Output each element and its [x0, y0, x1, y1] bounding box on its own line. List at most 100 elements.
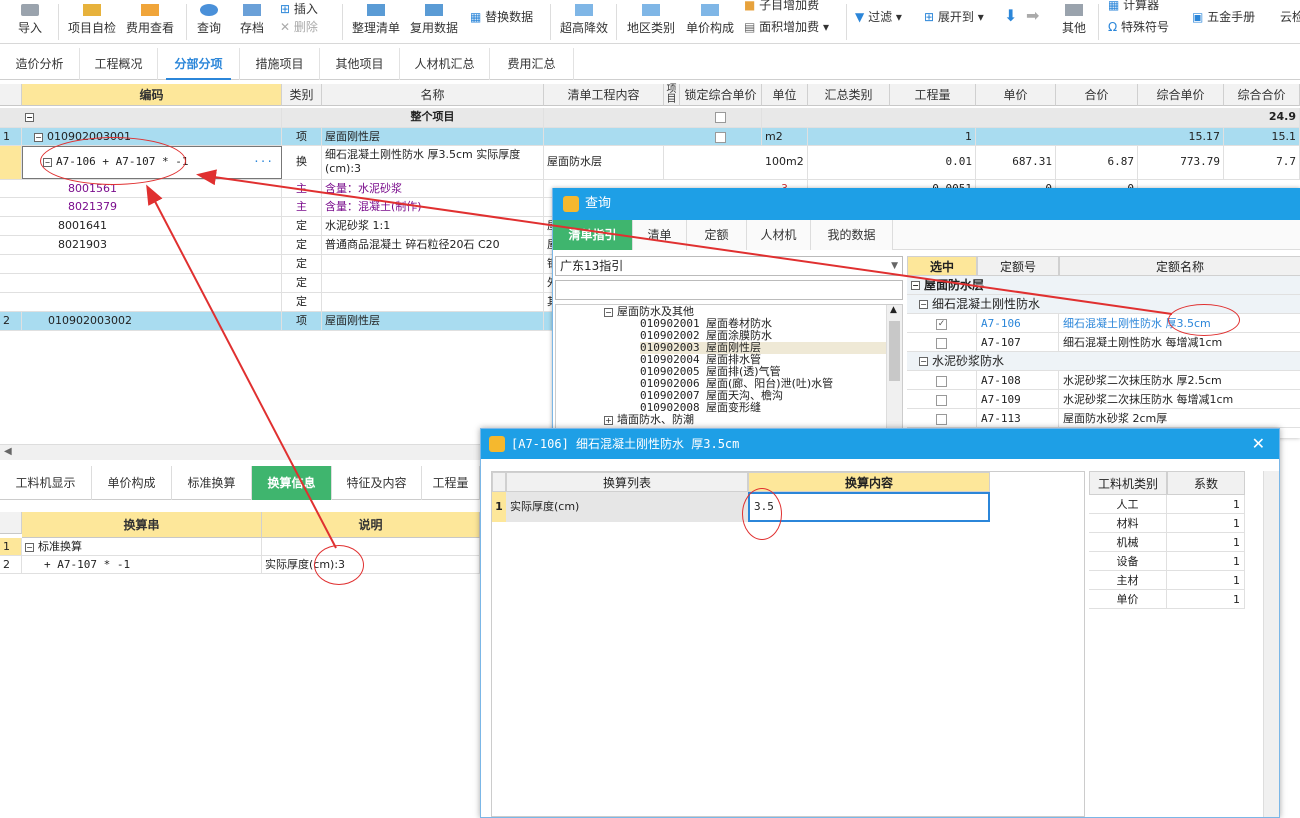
- horizontal-scrollbar[interactable]: ◀: [0, 444, 560, 460]
- tab-labor-material-display[interactable]: 工料机显示: [0, 466, 92, 500]
- col-header-quota-name[interactable]: 定额名称: [1059, 256, 1300, 276]
- tab-list[interactable]: 清单: [633, 220, 687, 250]
- tab-project-overview[interactable]: 工程概况: [80, 48, 158, 80]
- other-button[interactable]: 其他: [1062, 4, 1086, 40]
- table-row[interactable]: 1 −010902003001 项 屋面刚性层 m2 1 15.17 15.1: [0, 128, 1300, 146]
- tab-list-guide[interactable]: 清单指引: [553, 220, 633, 250]
- query-button[interactable]: 查询: [197, 4, 221, 40]
- item-checkbox[interactable]: [907, 371, 977, 390]
- col-header-conv-string[interactable]: 换算串: [22, 512, 262, 538]
- col-header-qty[interactable]: 工程量: [890, 84, 976, 106]
- item-code[interactable]: A7-106: [977, 314, 1059, 333]
- tree-scrollbar[interactable]: ▲: [886, 305, 902, 437]
- coef-value[interactable]: 1: [1167, 533, 1245, 552]
- fee-view-button[interactable]: 费用查看: [126, 4, 174, 40]
- tab-fee-summary[interactable]: 费用汇总: [490, 48, 574, 80]
- expand-to-button[interactable]: ⊞ 展开到 ▾: [924, 8, 984, 44]
- col-header-category[interactable]: 工料机类别: [1089, 471, 1167, 495]
- col-header-name[interactable]: 名称: [322, 84, 544, 106]
- tab-features[interactable]: 特征及内容: [332, 466, 422, 500]
- conv-value-input[interactable]: 3.5: [748, 492, 990, 522]
- item-code[interactable]: A7-107: [977, 333, 1059, 352]
- area-category-button[interactable]: 地区类别: [627, 4, 675, 40]
- sub-add-fee-button[interactable]: ■ 子目增加费: [744, 0, 819, 14]
- group-header[interactable]: − 细石混凝土刚性防水: [907, 295, 1300, 314]
- filter-button[interactable]: ▼ 过滤 ▾: [855, 8, 902, 44]
- tab-labor-material[interactable]: 人材机: [747, 220, 811, 250]
- tab-standard-conversion[interactable]: 标准换算: [172, 466, 252, 500]
- scroll-up-icon[interactable]: ▲: [890, 305, 897, 315]
- import-button[interactable]: 导入: [18, 4, 42, 40]
- coef-value[interactable]: 1: [1167, 590, 1245, 609]
- hardware-manual-button[interactable]: ▣ 五金手册: [1192, 8, 1255, 44]
- tab-quantity[interactable]: 工程量: [422, 466, 480, 500]
- col-header-selected[interactable]: 选中: [907, 256, 977, 276]
- col-header-item[interactable]: 项目: [664, 84, 680, 106]
- more-icon[interactable]: ···: [253, 147, 273, 177]
- item-name[interactable]: 水泥砂浆二次抹压防水 厚2.5cm: [1059, 371, 1300, 390]
- coef-value[interactable]: 1: [1167, 552, 1245, 571]
- col-header-code[interactable]: 编码: [22, 84, 282, 106]
- item-name[interactable]: 屋面防水砂浆 2cm厚: [1059, 409, 1300, 428]
- col-header-unit[interactable]: 单位: [762, 84, 808, 106]
- item-code[interactable]: A7-113: [977, 409, 1059, 428]
- col-header-description[interactable]: 说明: [262, 512, 480, 538]
- col-header-conv-list[interactable]: 换算列表: [506, 472, 748, 492]
- over-height-button[interactable]: 超高降效: [560, 4, 608, 40]
- cloud-check-button[interactable]: 云检: [1280, 8, 1300, 44]
- tab-my-data[interactable]: 我的数据: [811, 220, 893, 250]
- region-select[interactable]: 广东13指引 ▼: [555, 256, 903, 276]
- item-name[interactable]: 水泥砂浆二次抹压防水 每增减1cm: [1059, 390, 1300, 409]
- scroll-left-icon[interactable]: ◀: [4, 446, 12, 457]
- row-code[interactable]: −010902003001: [22, 128, 282, 145]
- replace-button[interactable]: ▦ 替换数据: [470, 8, 533, 44]
- row-code-editor[interactable]: − A7-106 + A7-107 * -1 ···: [22, 146, 282, 179]
- col-header-conv-content[interactable]: 换算内容: [748, 472, 990, 492]
- col-header-coefficient[interactable]: 系数: [1167, 471, 1245, 495]
- tab-measures[interactable]: 措施项目: [240, 48, 320, 80]
- reuse-button[interactable]: 复用数据: [410, 4, 458, 40]
- tab-sub-items[interactable]: 分部分项: [158, 48, 240, 80]
- organize-button[interactable]: 整理清单: [352, 4, 400, 40]
- col-header-content[interactable]: 清单工程内容: [544, 84, 664, 106]
- query-dialog-titlebar[interactable]: 查询: [553, 188, 1300, 220]
- tree-toggle[interactable]: −: [22, 108, 282, 127]
- dialog-scrollbar[interactable]: [1263, 471, 1279, 817]
- tab-unit-price-composition[interactable]: 单价构成: [92, 466, 172, 500]
- coef-value[interactable]: 1: [1167, 514, 1245, 533]
- area-add-fee-button[interactable]: ▤ 面积增加费 ▾: [744, 18, 829, 36]
- col-header-comp-price[interactable]: 综合单价: [1138, 84, 1224, 106]
- scroll-thumb[interactable]: [889, 321, 900, 381]
- col-header-comp-total[interactable]: 综合合价: [1224, 84, 1300, 106]
- col-header-summary-cat[interactable]: 汇总类别: [808, 84, 890, 106]
- coef-value[interactable]: 1: [1167, 571, 1245, 590]
- col-header-total[interactable]: 合价: [1056, 84, 1138, 106]
- item-code[interactable]: A7-108: [977, 371, 1059, 390]
- item-code[interactable]: A7-109: [977, 390, 1059, 409]
- tab-labor-material-summary[interactable]: 人材机汇总: [400, 48, 490, 80]
- item-checkbox[interactable]: [907, 333, 977, 352]
- tab-cost-analysis[interactable]: 造价分析: [0, 48, 80, 80]
- lock-checkbox[interactable]: [680, 128, 762, 145]
- move-down-button[interactable]: ⬇: [1004, 6, 1017, 42]
- col-header-type[interactable]: 类别: [282, 84, 322, 106]
- conversion-dialog-titlebar[interactable]: [A7-106] 细石混凝土刚性防水 厚3.5cm ✕: [481, 429, 1279, 459]
- table-row[interactable]: − A7-106 + A7-107 * -1 ··· 换 细石混凝土刚性防水 厚3.…: [0, 146, 1300, 180]
- search-input[interactable]: [555, 280, 903, 300]
- tab-quota[interactable]: 定额: [687, 220, 747, 250]
- table-row[interactable]: − 整个项目 24.9: [0, 108, 1300, 128]
- table-row[interactable]: 1 − 标准换算: [0, 538, 480, 556]
- tab-conversion-info[interactable]: 换算信息: [252, 466, 332, 500]
- insert-button[interactable]: ⊞ 插入: [280, 0, 318, 20]
- save-button[interactable]: 存档: [240, 4, 264, 40]
- self-check-button[interactable]: 项目自检: [68, 4, 116, 40]
- item-checkbox[interactable]: [907, 409, 977, 428]
- group-header[interactable]: − 屋面防水层: [907, 276, 1300, 295]
- item-name[interactable]: 细石混凝土刚性防水 厚3.5cm: [1059, 314, 1300, 333]
- tree-node[interactable]: + 墙面防水、防潮: [604, 414, 694, 426]
- unit-price-button[interactable]: 单价构成: [686, 4, 734, 40]
- tab-other-items[interactable]: 其他项目: [320, 48, 400, 80]
- calculator-button[interactable]: ▦ 计算器: [1108, 0, 1159, 14]
- item-checkbox[interactable]: [907, 390, 977, 409]
- move-right-button[interactable]: ➡: [1026, 6, 1039, 42]
